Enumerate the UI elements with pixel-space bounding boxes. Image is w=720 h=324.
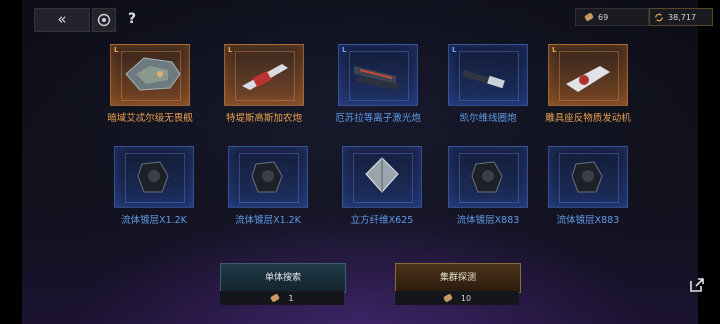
- single-search-cost-value: 1: [288, 293, 294, 303]
- reward-card[interactable]: L: [224, 44, 304, 106]
- refresh-currency-icon: [654, 12, 664, 22]
- reward-card[interactable]: [342, 146, 422, 208]
- external-link-icon[interactable]: [688, 276, 706, 294]
- reward-card[interactable]: [114, 146, 194, 208]
- reward-card[interactable]: [448, 146, 528, 208]
- coil-gun-icon: [462, 70, 505, 89]
- cluster-probe-cost: 10: [395, 291, 519, 305]
- reward-card[interactable]: [548, 146, 628, 208]
- resource-currency[interactable]: 38,717: [649, 8, 713, 26]
- fluid-coating-icon: [251, 161, 283, 193]
- fluid-coating-icon: [471, 161, 503, 193]
- fluid-coating-icon: [137, 161, 169, 193]
- reward-card[interactable]: L: [338, 44, 418, 106]
- settings-button[interactable]: [92, 8, 116, 32]
- single-search-cost: 1: [220, 291, 344, 305]
- cubic-fiber-icon: [365, 157, 399, 193]
- reward-name: 流体镀层X883: [556, 215, 620, 226]
- reward-card[interactable]: L: [448, 44, 528, 106]
- bullet-token-icon: [584, 12, 594, 22]
- double-chevron-left-icon: «: [57, 10, 67, 28]
- reward-screen: « ? 69 38,717 L 暗域艾忒尔级无畏舰 L 特堤斯高斯加农炮 L 厄…: [0, 0, 720, 324]
- reward-name: 雕具座反物质发动机: [545, 113, 631, 124]
- resource-bullets: 69: [575, 8, 649, 26]
- single-search-button[interactable]: 单体搜索: [220, 263, 346, 293]
- antimatter-engine-icon: [566, 66, 610, 92]
- help-button[interactable]: ?: [122, 8, 142, 30]
- bullet-token-icon: [271, 294, 280, 302]
- dreadnought-ship-icon: [125, 57, 181, 91]
- reward-card[interactable]: L: [548, 44, 628, 106]
- back-button[interactable]: «: [34, 8, 90, 32]
- bullet-token-icon: [443, 294, 453, 302]
- cluster-probe-button[interactable]: 集群探测: [395, 263, 521, 293]
- bullet-count: 69: [598, 12, 609, 22]
- currency-amount: 38,717: [668, 12, 696, 22]
- target-gear-icon: [97, 13, 111, 27]
- letterbox-left: [0, 0, 22, 324]
- cluster-probe-cost-value: 10: [460, 293, 472, 303]
- fluid-coating-icon: [571, 161, 603, 193]
- top-bar: « ? 69 38,717: [0, 0, 720, 34]
- gauss-cannon-icon: [242, 64, 288, 90]
- plasma-laser-icon: [354, 66, 400, 90]
- reward-card[interactable]: L: [110, 44, 190, 106]
- reward-card[interactable]: [228, 146, 308, 208]
